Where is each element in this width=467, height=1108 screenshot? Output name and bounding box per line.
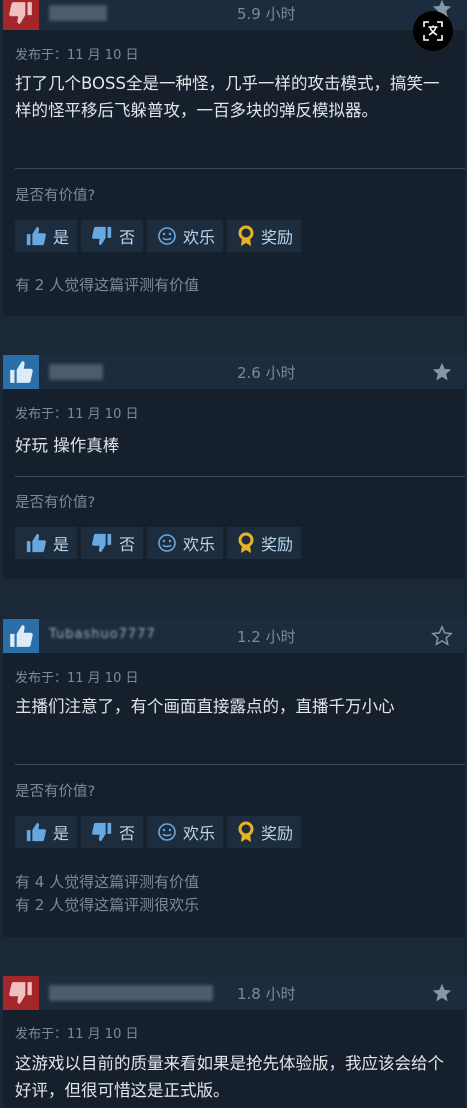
translate-icon (423, 21, 443, 41)
review-card: 5.9 小时 发布于：11 月 10 日 打了几个BOSS全是一种怪，几乎一样的… (3, 0, 465, 316)
vote-buttons: 是 否 欢乐 奖励 (15, 220, 305, 254)
vote-yes-button[interactable]: 是 (15, 527, 78, 559)
thumb-up-icon (8, 359, 34, 385)
smiley-icon (158, 823, 176, 841)
review-card: Tubashuo7777 1.2 小时 发布于：11 月 10 日 主播们注意了… (3, 619, 465, 937)
thumb-down-icon (8, 0, 34, 26)
playtime-hours: 1.2 小时 (237, 628, 296, 646)
playtime-hours: 1.8 小时 (237, 985, 296, 1003)
award-button[interactable]: 奖励 (227, 816, 302, 848)
vote-no-button[interactable]: 否 (81, 816, 144, 848)
vote-no-button[interactable]: 否 (81, 220, 144, 252)
review-header: 2.6 小时 (3, 355, 465, 389)
playtime-hours: 2.6 小时 (237, 364, 296, 382)
vote-funny-label: 欢乐 (183, 228, 216, 247)
vote-funny-label: 欢乐 (183, 535, 216, 554)
smiley-icon (158, 534, 176, 552)
helpful-count: 有 4 人觉得这篇评测有价值 (15, 873, 200, 891)
vote-funny-button[interactable]: 欢乐 (147, 816, 224, 848)
thumb-up-icon (25, 532, 47, 554)
vote-no-button[interactable]: 否 (81, 527, 144, 559)
thumb-up-icon (8, 623, 34, 649)
award-button[interactable]: 奖励 (227, 220, 302, 252)
vote-buttons: 是 否 欢乐 奖励 (15, 816, 305, 850)
star-icon[interactable] (431, 361, 453, 383)
star-outline-icon[interactable] (431, 625, 453, 647)
award-label: 奖励 (261, 228, 294, 247)
vote-yes-button[interactable]: 是 (15, 220, 78, 252)
thumb-down-icon (91, 225, 113, 247)
award-button[interactable]: 奖励 (227, 527, 302, 559)
posted-date: 发布于：11 月 10 日 (15, 407, 139, 422)
vote-yes-button[interactable]: 是 (15, 816, 78, 848)
thumb-down-icon (8, 980, 34, 1006)
star-icon[interactable] (431, 982, 453, 1004)
review-header: 1.8 小时 (3, 976, 465, 1010)
review-text: 打了几个BOSS全是一种怪，几乎一样的攻击模式，搞笑一样的怪平移后飞躲普攻，一百… (15, 74, 440, 120)
username-blurred[interactable] (49, 985, 213, 1001)
playtime-hours: 5.9 小时 (237, 5, 296, 23)
vote-yes-label: 是 (53, 535, 70, 554)
not-recommended-badge (3, 976, 39, 1010)
review-card: 2.6 小时 发布于：11 月 10 日 好玩 操作真棒 是否有价值? 是 否 … (3, 355, 465, 579)
funny-count: 有 2 人觉得这篇评测很欢乐 (15, 896, 200, 914)
vote-yes-label: 是 (53, 824, 70, 843)
vote-funny-button[interactable]: 欢乐 (147, 220, 224, 252)
smiley-icon (158, 227, 176, 245)
username-blurred[interactable] (49, 5, 107, 21)
review-header: Tubashuo7777 1.2 小时 (3, 619, 465, 653)
vote-yes-label: 是 (53, 228, 70, 247)
helpful-question: 是否有价值? (15, 495, 96, 511)
vote-no-label: 否 (119, 535, 136, 554)
username-blurred[interactable] (49, 364, 103, 380)
review-text: 主播们注意了，有个画面直接露点的，直播千万小心 (15, 697, 395, 716)
username[interactable]: Tubashuo7777 (49, 627, 156, 642)
posted-date: 发布于：11 月 10 日 (15, 48, 139, 63)
divider (15, 476, 465, 477)
review-card: 1.8 小时 发布于：11 月 10 日 这游戏以目前的质量来看如果是抢先体验版… (3, 976, 465, 1108)
not-recommended-badge (3, 0, 39, 30)
helpful-question: 是否有价值? (15, 188, 96, 204)
thumb-down-icon (91, 532, 113, 554)
divider (15, 168, 465, 169)
award-label: 奖励 (261, 535, 294, 554)
translate-button[interactable] (413, 11, 453, 51)
thumb-up-icon (25, 225, 47, 247)
recommended-badge (3, 355, 39, 389)
posted-date: 发布于：11 月 10 日 (15, 1027, 139, 1042)
vote-buttons: 是 否 欢乐 奖励 (15, 527, 305, 561)
vote-funny-label: 欢乐 (183, 824, 216, 843)
vote-no-label: 否 (119, 228, 136, 247)
vote-funny-button[interactable]: 欢乐 (147, 527, 224, 559)
vote-no-label: 否 (119, 824, 136, 843)
review-text: 好玩 操作真棒 (15, 436, 120, 455)
thumb-down-icon (91, 821, 113, 843)
posted-date: 发布于：11 月 10 日 (15, 671, 139, 686)
review-text: 这游戏以目前的质量来看如果是抢先体验版，我应该会给个好评，但很可惜这是正式版。 (15, 1054, 444, 1100)
thumb-up-icon (25, 821, 47, 843)
recommended-badge (3, 619, 39, 653)
award-icon (238, 821, 254, 842)
divider (15, 764, 465, 765)
award-label: 奖励 (261, 824, 294, 843)
review-header: 5.9 小时 (3, 0, 465, 30)
award-icon (238, 225, 254, 246)
helpful-count: 有 2 人觉得这篇评测有价值 (15, 276, 200, 294)
helpful-question: 是否有价值? (15, 784, 96, 800)
award-icon (238, 532, 254, 553)
